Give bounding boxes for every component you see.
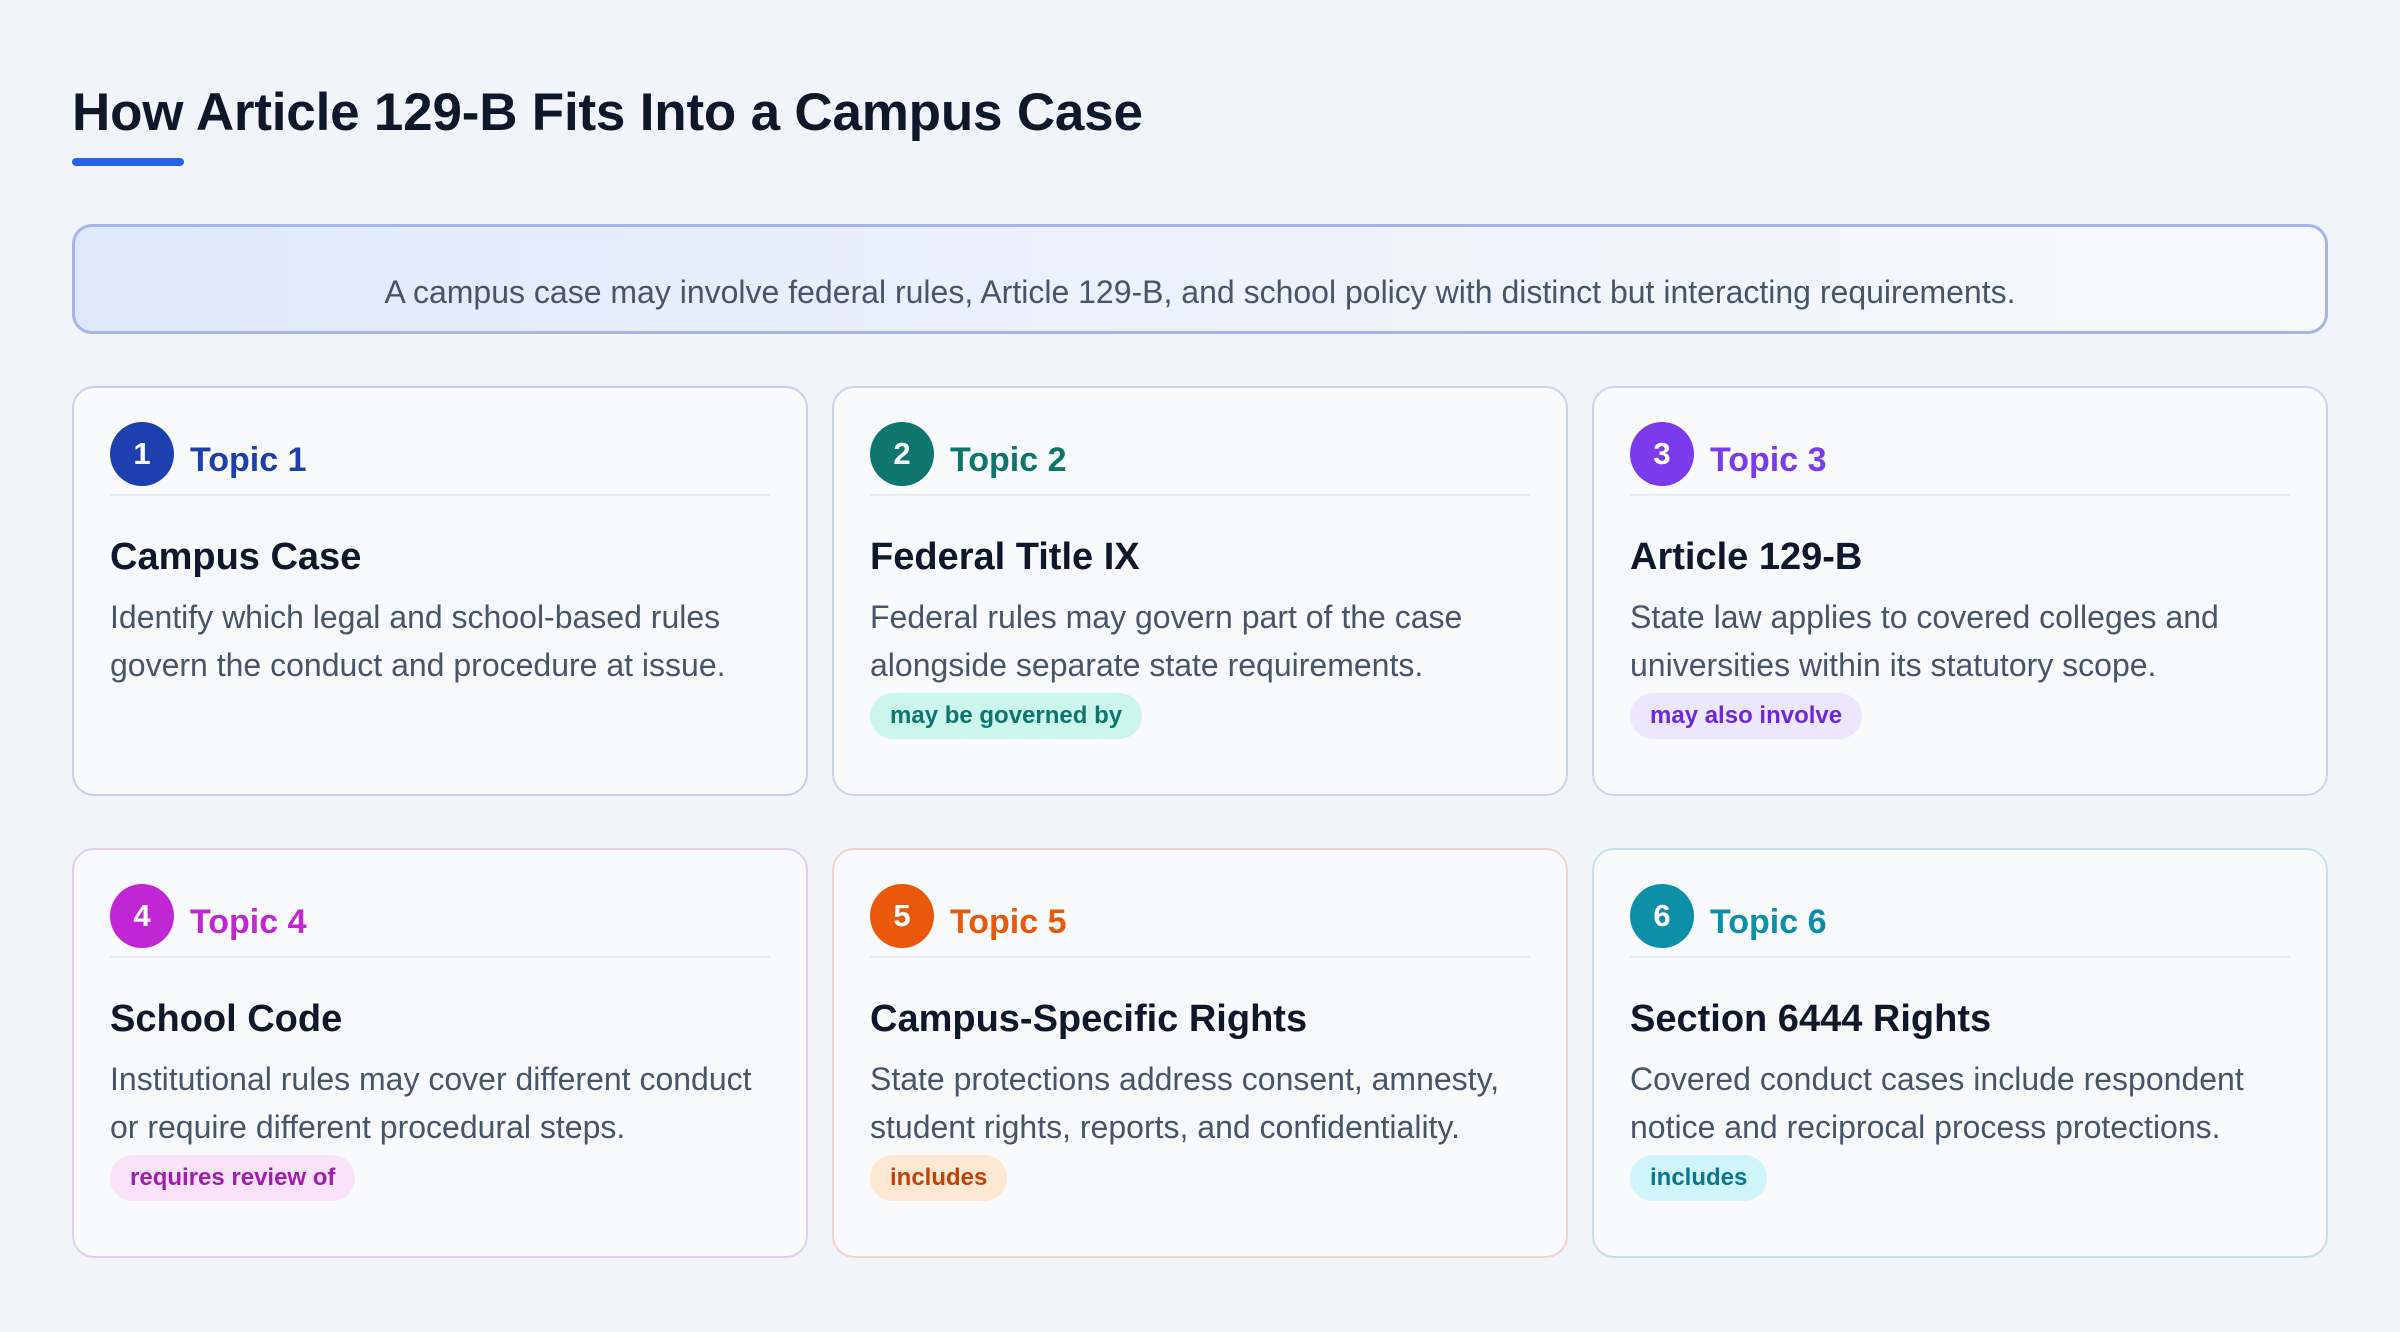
topic-card-4: 4 Topic 4 School Code Institutional rule… (72, 848, 808, 1258)
intro-text: A campus case may involve federal rules,… (384, 273, 2016, 310)
topic-card-2: 2 Topic 2 Federal Title IX Federal rules… (832, 386, 1568, 796)
card-header: 1 Topic 1 (110, 422, 770, 496)
card-description: State protections address consent, amnes… (870, 1061, 1500, 1145)
topic-card-6: 6 Topic 6 Section 6444 Rights Covered co… (1592, 848, 2328, 1258)
number-badge: 5 (870, 884, 934, 948)
title-underline (72, 158, 184, 166)
card-description: State law applies to covered colleges an… (1630, 599, 2219, 683)
card-header: 6 Topic 6 (1630, 884, 2290, 958)
topic-label: Topic 6 (1710, 903, 1827, 941)
card-title: Campus Case (110, 536, 362, 578)
card-header: 5 Topic 5 (870, 884, 1530, 958)
topic-card-1: 1 Topic 1 Campus Case Identify which leg… (72, 386, 808, 796)
card-description: Identify which legal and school-based ru… (110, 599, 726, 683)
number-badge: 4 (110, 884, 174, 948)
number-badge: 6 (1630, 884, 1694, 948)
card-title: Campus-Specific Rights (870, 998, 1308, 1040)
topic-label: Topic 1 (190, 441, 307, 479)
number-badge: 1 (110, 422, 174, 486)
page-title: How Article 129-B Fits Into a Campus Cas… (72, 83, 1143, 142)
relation-pill: requires review of (110, 1155, 356, 1201)
card-description: Covered conduct cases include respondent… (1630, 1061, 2244, 1145)
topic-label: Topic 3 (1710, 441, 1827, 479)
card-description: Institutional rules may cover different … (110, 1061, 752, 1145)
relation-pill: includes (870, 1155, 1008, 1201)
intro-banner: A campus case may involve federal rules,… (72, 224, 2328, 334)
number-badge: 2 (870, 422, 934, 486)
card-header: 3 Topic 3 (1630, 422, 2290, 496)
topic-label: Topic 4 (190, 903, 307, 941)
card-title: Section 6444 Rights (1630, 998, 1992, 1040)
topic-label: Topic 2 (950, 441, 1067, 479)
topic-label: Topic 5 (950, 903, 1067, 941)
card-description: Federal rules may govern part of the cas… (870, 599, 1463, 683)
topic-grid: 1 Topic 1 Campus Case Identify which leg… (72, 386, 2328, 1258)
relation-pill: includes (1630, 1155, 1768, 1201)
relation-pill: may be governed by (870, 693, 1143, 739)
relation-pill: may also involve (1630, 693, 1863, 739)
topic-card-5: 5 Topic 5 Campus-Specific Rights State p… (832, 848, 1568, 1258)
topic-card-3: 3 Topic 3 Article 129-B State law applie… (1592, 386, 2328, 796)
card-title: School Code (110, 998, 343, 1040)
card-header: 2 Topic 2 (870, 422, 1530, 496)
card-title: Federal Title IX (870, 536, 1140, 578)
number-badge: 3 (1630, 422, 1694, 486)
card-header: 4 Topic 4 (110, 884, 770, 958)
card-title: Article 129-B (1630, 536, 1863, 578)
